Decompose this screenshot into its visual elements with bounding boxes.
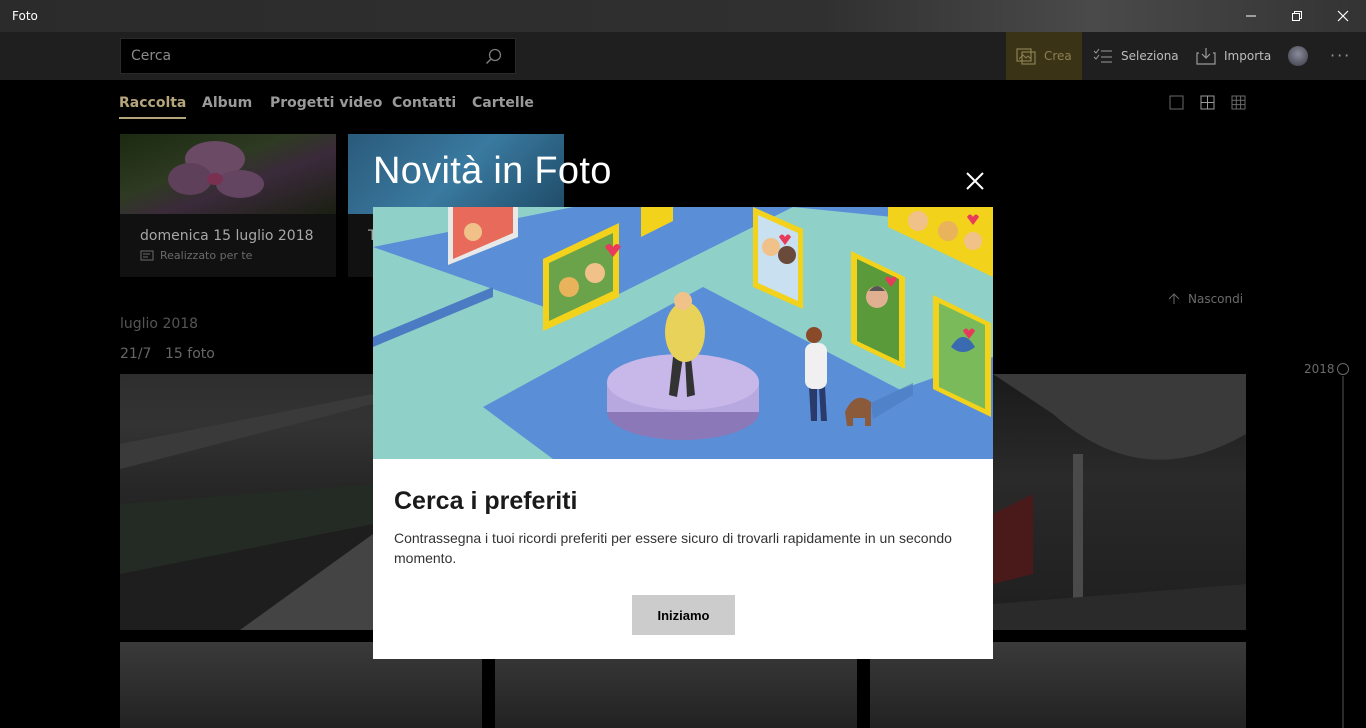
search-input[interactable] [131, 39, 471, 73]
whats-new-dialog: Cerca i preferiti Contrassegna i tuoi ri… [373, 207, 993, 659]
dialog-close-icon[interactable] [962, 168, 988, 194]
restore-button[interactable] [1274, 0, 1320, 32]
import-icon [1196, 48, 1216, 65]
gallery-illustration [373, 207, 993, 459]
close-window-button[interactable] [1320, 0, 1366, 32]
iniziamo-button[interactable]: Iniziamo [632, 595, 735, 635]
close-icon [1337, 10, 1349, 22]
search-box [120, 38, 516, 74]
crea-label: Crea [1044, 49, 1072, 63]
minimize-icon [1246, 15, 1256, 17]
importa-button[interactable]: Importa [1186, 32, 1281, 80]
dialog-title: Novità in Foto [373, 150, 612, 192]
search-icon[interactable] [485, 48, 503, 66]
crea-button[interactable]: Crea [1006, 32, 1082, 80]
select-icon [1093, 48, 1112, 63]
title-bar: Foto [0, 0, 1366, 32]
restore-icon [1292, 11, 1302, 21]
seleziona-label: Seleziona [1121, 49, 1179, 63]
avatar[interactable] [1288, 46, 1308, 66]
window-title: Foto [12, 9, 38, 23]
importa-label: Importa [1224, 49, 1272, 63]
more-options-icon[interactable]: ··· [1330, 46, 1354, 66]
dialog-body: Contrassegna i tuoi ricordi preferiti pe… [394, 530, 952, 566]
minimize-button[interactable] [1228, 0, 1274, 32]
seleziona-button[interactable]: Seleziona [1083, 32, 1189, 80]
create-icon [1016, 48, 1036, 65]
dialog-heading: Cerca i preferiti [394, 487, 578, 515]
